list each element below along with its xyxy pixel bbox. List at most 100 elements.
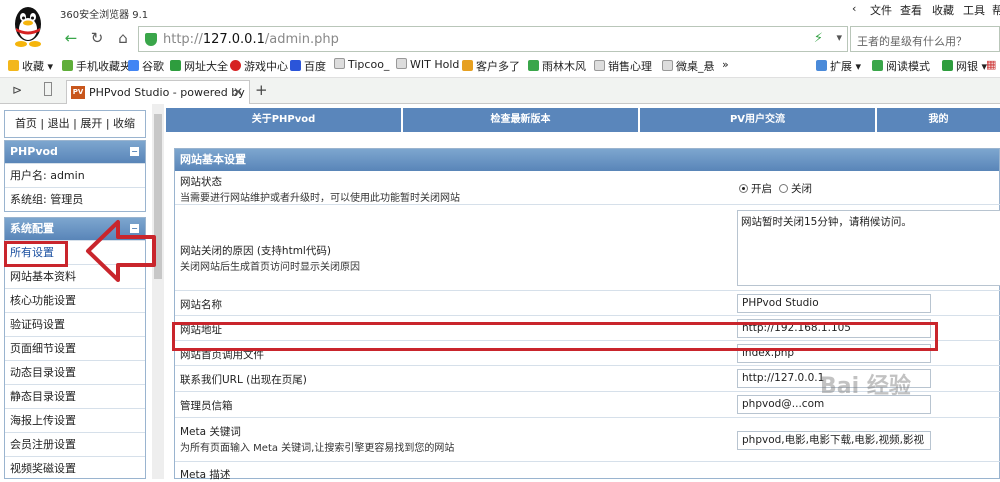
grid-apps-icon[interactable]: ▦ — [986, 58, 996, 71]
tab-phpvod[interactable]: PV PHPvod Studio - powered by ✕ — [66, 80, 250, 104]
site-url-input[interactable]: http://192.168.1.105 — [737, 319, 931, 338]
star-icon — [8, 60, 19, 71]
status-on-radio[interactable]: 开启 — [739, 181, 772, 196]
sidebar-toggle-icon[interactable]: ⊳ — [12, 83, 22, 97]
sidebar-item-poster[interactable]: 海报上传设置 — [5, 408, 145, 432]
left-arrow-annotation — [86, 220, 156, 282]
sidebar-item-video[interactable]: 视频奖磁设置 — [5, 456, 145, 480]
bank-icon — [942, 60, 953, 71]
tab-title: PHPvod Studio - powered by — [89, 86, 245, 99]
book-icon — [872, 60, 883, 71]
bookmark-sales[interactable]: 销售心理 — [594, 58, 652, 74]
admin-sidebar: 首页 | 退出 | 展开 | 收缩 PHPvod − 用户名: admin 系统组… — [0, 104, 164, 479]
meta-keywords-hint: 为所有页面输入 Meta 关键词,让搜索引擎更容易找到您的网站 — [180, 443, 455, 454]
user-panel: PHPvod − 用户名: admin 系统组: 管理员 — [4, 140, 146, 212]
tab-mine[interactable]: 我的 — [877, 108, 1000, 132]
home-icon[interactable]: ⌂ — [112, 27, 134, 49]
bookmark-wit[interactable]: WIT Hold — [396, 58, 459, 71]
bookmark-favorites[interactable]: 收藏 ▾ — [8, 58, 53, 74]
address-bar[interactable]: http://127.0.0.1/admin.php ⚡ ▾ — [138, 26, 848, 52]
page-icon[interactable] — [44, 82, 52, 96]
security-shield-icon — [145, 33, 157, 46]
tab-user-community[interactable]: PV用户交流 — [640, 108, 876, 132]
collapse-icon[interactable]: − — [130, 147, 139, 156]
lightning-icon[interactable]: ⚡ — [814, 31, 823, 46]
bookmark-desktop[interactable]: 微桌_悬 — [662, 58, 715, 74]
sidebar-item-core[interactable]: 核心功能设置 — [5, 288, 145, 312]
new-tab-button[interactable]: + — [255, 81, 268, 99]
menu-file[interactable]: 文件 — [870, 2, 892, 18]
site-url-label: 网站地址 — [180, 324, 222, 336]
sidebar-item-captcha[interactable]: 验证码设置 — [5, 312, 145, 336]
meta-keywords-row: Meta 关键词 为所有页面输入 Meta 关键词,让搜索引擎更容易找到您的网站… — [175, 418, 1000, 462]
user-panel-header: PHPvod − — [5, 141, 145, 163]
bookmark-baidu[interactable]: 百度 — [290, 58, 326, 74]
site-icon — [170, 60, 181, 71]
phpvod-tab-icon: PV — [71, 86, 85, 99]
google-icon — [128, 60, 139, 71]
back-arrow-icon[interactable]: ← — [60, 27, 82, 49]
search-placeholder: 王者的星级有什么用？ — [857, 35, 967, 48]
watermark: Bai 经验 — [820, 374, 911, 399]
close-reason-label: 网站关闭的原因 (支持html代码) — [180, 245, 331, 257]
address-row: ← ↻ ⌂ http://127.0.0.1/admin.php ⚡ ▾ 王者的… — [0, 22, 1000, 54]
bookmark-hao[interactable]: 网址大全 — [170, 58, 228, 74]
site-name-label: 网站名称 — [180, 299, 222, 311]
meta-desc-label: Meta 描述 — [180, 469, 231, 481]
settings-title: 网站基本设置 — [175, 149, 999, 171]
menu-view[interactable]: 查看 — [900, 2, 922, 18]
close-reason-textarea[interactable]: 网站暂时关闭15分钟，请稍候访问。 — [737, 210, 1000, 286]
sidebar-item-register[interactable]: 会员注册设置 — [5, 432, 145, 456]
bookmark-games[interactable]: 游戏中心 — [230, 58, 288, 74]
site-name-input[interactable]: PHPvod Studio — [737, 294, 931, 313]
main-content: 关于PHPvod 检查最新版本 PV用户交流 我的 网站基本设置 网站状态 当需… — [166, 104, 1000, 481]
browser-titlebar: 360安全浏览器 9.1 ‹ 文件 查看 收藏 工具 帮 — [0, 0, 1000, 47]
menu-help[interactable]: 帮 — [992, 2, 1000, 18]
sidebar-item-static-dir[interactable]: 静态目录设置 — [5, 384, 145, 408]
sidebar-item-page-detail[interactable]: 页面细节设置 — [5, 336, 145, 360]
menu-tools[interactable]: 工具 — [963, 2, 985, 18]
search-input[interactable]: 王者的星级有什么用？ — [850, 26, 1000, 52]
site-status-row: 网站状态 当需要进行网站维护或者升级时，可以使用此功能暂时关闭网站 开启 关闭 — [175, 171, 1000, 205]
close-icon[interactable]: ✕ — [233, 85, 243, 99]
status-off-radio[interactable]: 关闭 — [779, 181, 812, 196]
bookmark-tipcoo[interactable]: Tipcoo_ — [334, 58, 389, 71]
close-reason-row: 网站关闭的原因 (支持html代码) 关闭网站后生成首页访问时显示关闭原因 网站… — [175, 205, 1000, 291]
baidu-icon — [290, 60, 301, 71]
browser-title: 360安全浏览器 9.1 — [60, 10, 149, 21]
site-url-row: 网站地址 http://192.168.1.105 — [175, 316, 1000, 341]
tab-check-version[interactable]: 检查最新版本 — [403, 108, 639, 132]
bookmark-google[interactable]: 谷歌 — [128, 58, 164, 74]
sidebar-item-dynamic-dir[interactable]: 动态目录设置 — [5, 360, 145, 384]
game-icon — [230, 60, 241, 71]
admin-email-label: 管理员信箱 — [180, 400, 233, 412]
close-reason-hint: 关闭网站后生成首页访问时显示关闭原因 — [180, 262, 360, 273]
index-file-input[interactable]: index.php — [737, 344, 931, 363]
refresh-icon[interactable]: ↻ — [86, 27, 108, 49]
reading-mode-button[interactable]: 阅读模式 — [872, 58, 930, 74]
page-icon — [396, 58, 407, 69]
menu-arrow-icon[interactable]: ‹ — [852, 2, 856, 15]
tab-about[interactable]: 关于PHPvod — [166, 108, 402, 132]
bookmark-mobile[interactable]: 手机收藏夹 — [62, 58, 131, 74]
ebank-button[interactable]: 网银 ▾ — [942, 58, 987, 74]
bookmark-customers[interactable]: 客户多了 — [462, 58, 520, 74]
meta-keywords-input[interactable]: phpvod,电影,电影下载,电影,视频,影视 — [737, 431, 931, 450]
sidebar-scrollbar[interactable] — [152, 104, 164, 479]
bookmark-more[interactable]: » — [722, 58, 729, 71]
sidebar-top-links[interactable]: 首页 | 退出 | 展开 | 收缩 — [4, 110, 146, 138]
extensions-button[interactable]: 扩展 ▾ — [816, 58, 861, 74]
site-status-label: 网站状态 — [180, 176, 222, 188]
user-group: 系统组: 管理员 — [5, 187, 145, 211]
address-url: http://127.0.0.1/admin.php — [163, 32, 339, 47]
page-icon — [334, 58, 345, 69]
chevron-down-icon[interactable]: ▾ — [836, 31, 842, 44]
page-icon — [594, 60, 605, 71]
username: 用户名: admin — [5, 163, 145, 187]
tab-strip: ⊳ PV PHPvod Studio - powered by ✕ + — [0, 78, 1000, 104]
site-icon — [462, 60, 473, 71]
menu-favorites[interactable]: 收藏 — [932, 2, 954, 18]
settings-box: 网站基本设置 网站状态 当需要进行网站维护或者升级时，可以使用此功能暂时关闭网站… — [174, 148, 1000, 481]
mobile-icon — [62, 60, 73, 71]
bookmark-ylmf[interactable]: 雨林木风 — [528, 58, 586, 74]
